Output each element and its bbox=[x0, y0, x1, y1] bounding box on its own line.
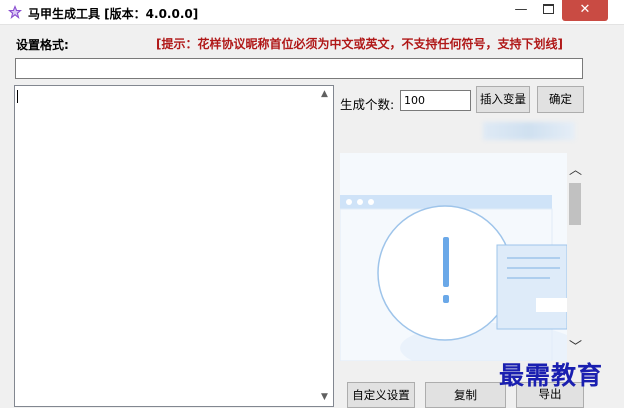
scroll-down-icon[interactable]: ▼ bbox=[316, 389, 333, 406]
minimize-icon: — bbox=[514, 2, 528, 17]
confirm-button[interactable]: 确定 bbox=[537, 86, 584, 113]
output-scrollbar[interactable]: ▲ ▼ bbox=[316, 86, 333, 406]
scroll-up-icon[interactable]: ▲ bbox=[316, 86, 333, 103]
maximize-button[interactable] bbox=[535, 0, 562, 21]
format-hint: [提示：花样协议昵称首位必须为中文或英文，不支持任何符号，支持下划线] bbox=[156, 37, 563, 51]
blurred-area bbox=[483, 122, 575, 140]
minimize-button[interactable]: — bbox=[507, 0, 535, 21]
close-button[interactable]: ✕ bbox=[562, 0, 608, 21]
format-label: 设置格式: bbox=[16, 38, 69, 52]
title-bar: 马甲生成工具 [版本：4.0.0.0] — ✕ bbox=[0, 0, 624, 25]
custom-settings-button[interactable]: 自定义设置 bbox=[347, 382, 415, 408]
chevron-up-icon[interactable]: ︿ bbox=[567, 159, 584, 178]
close-icon: ✕ bbox=[579, 2, 591, 17]
copy-button[interactable]: 复制 bbox=[425, 382, 506, 408]
text-caret bbox=[17, 90, 18, 103]
format-input[interactable] bbox=[15, 58, 583, 79]
window-title: 马甲生成工具 [版本：4.0.0.0] bbox=[28, 7, 199, 21]
output-textarea[interactable]: ▲ ▼ bbox=[14, 85, 334, 407]
app-logo-icon bbox=[8, 5, 22, 19]
scroll-thumb[interactable] bbox=[569, 183, 581, 225]
illustration-scrollbar[interactable]: ︿ ﹀ bbox=[567, 153, 584, 361]
illustration-panel: ︿ ﹀ bbox=[339, 153, 584, 373]
error-illustration bbox=[339, 153, 580, 373]
insert-variable-button[interactable]: 插入变量 bbox=[476, 86, 530, 113]
count-label: 生成个数: bbox=[340, 97, 395, 112]
count-input[interactable]: 100 bbox=[400, 90, 471, 111]
chevron-down-icon[interactable]: ﹀ bbox=[567, 336, 584, 355]
maximize-icon bbox=[543, 3, 554, 14]
watermark-text: 最需教育 bbox=[499, 361, 604, 390]
